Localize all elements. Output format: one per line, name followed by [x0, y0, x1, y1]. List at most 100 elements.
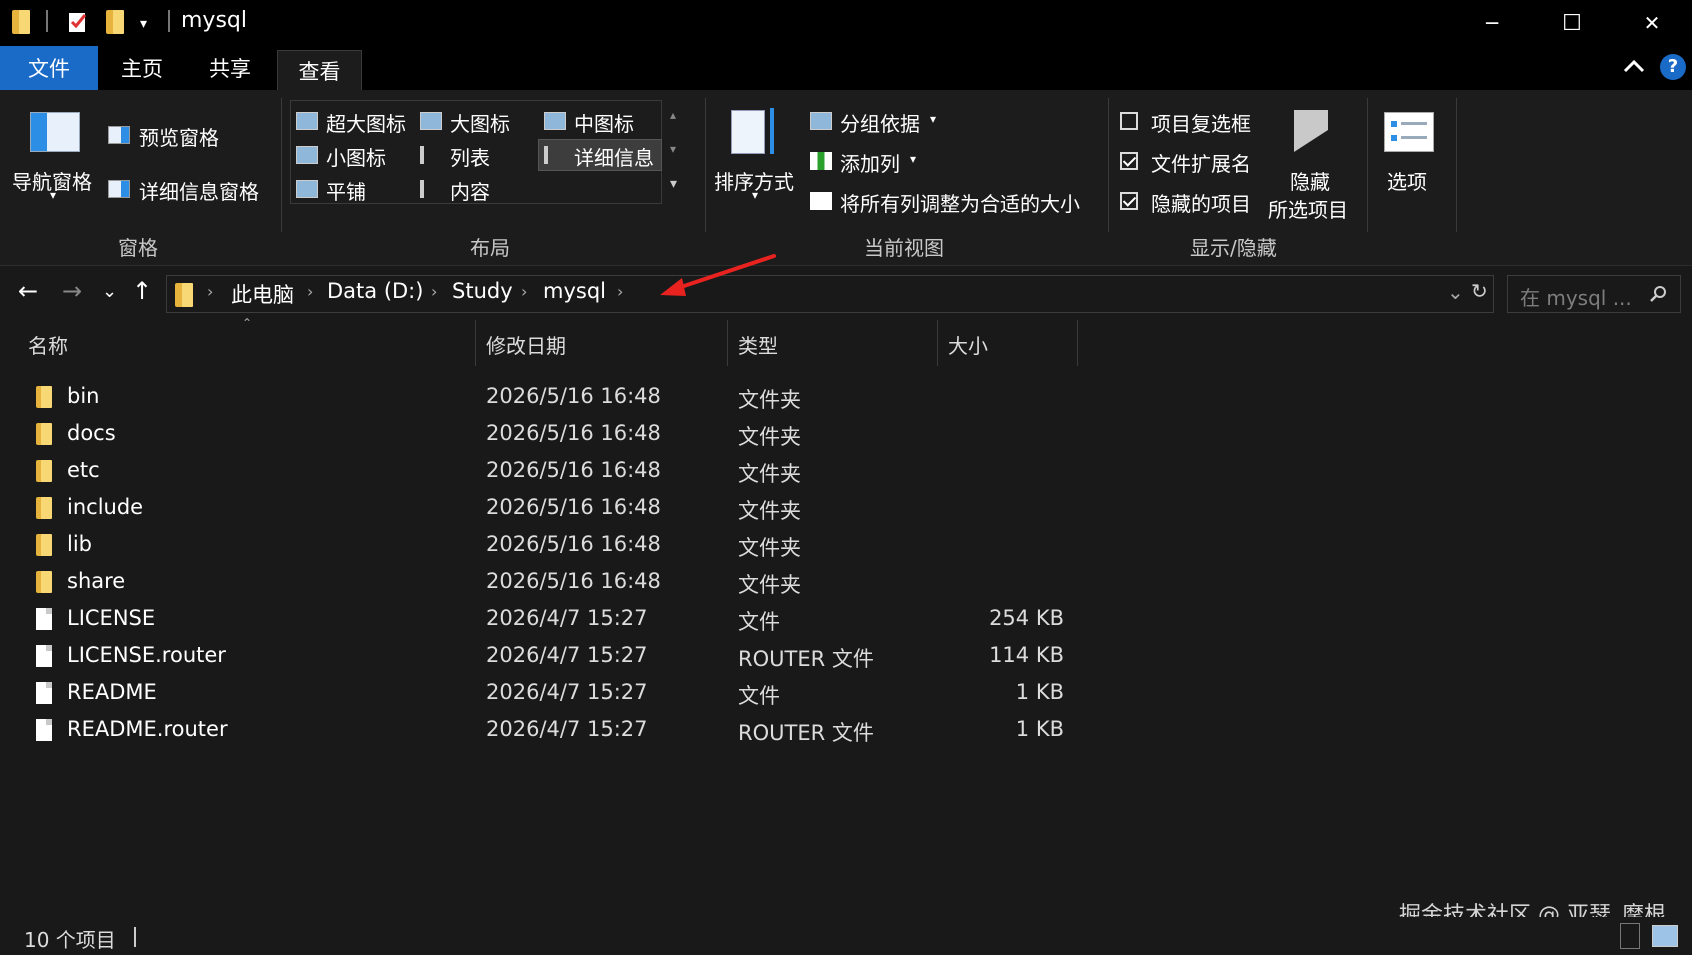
file-type: 文件夹 [738, 536, 801, 560]
file-date: 2026/4/7 15:27 [486, 717, 648, 741]
group-by-button[interactable]: 分组依据 [840, 108, 920, 137]
tab-view[interactable]: 查看 [277, 50, 362, 90]
file-name: bin [67, 384, 100, 408]
options-icon[interactable] [1384, 112, 1434, 152]
column-header-name[interactable]: 名称 [28, 330, 68, 359]
file-date: 2026/4/7 15:27 [486, 680, 648, 704]
size-all-columns-button[interactable]: 将所有列调整为合适的大小 [840, 188, 1080, 217]
column-separator[interactable] [1077, 320, 1078, 366]
preview-pane-button[interactable]: 预览窗格 [139, 122, 219, 151]
layout-tiles[interactable]: 平铺 [326, 176, 366, 205]
column-separator[interactable] [475, 320, 476, 366]
list-item[interactable]: include 2026/5/16 16:48 文件夹 [0, 490, 1692, 527]
scroll-down-icon[interactable]: ▾ [670, 142, 676, 156]
list-item[interactable]: share 2026/5/16 16:48 文件夹 [0, 564, 1692, 601]
file-size: 114 KB [989, 643, 1064, 667]
details-view-icon[interactable] [1620, 923, 1640, 949]
layout-large-icons[interactable]: 大图标 [450, 108, 510, 137]
file-type: 文件 [738, 610, 780, 634]
list-item[interactable]: README.router 2026/4/7 15:27 ROUTER 文件 1… [0, 712, 1692, 749]
file-name: LICENSE.router [67, 643, 226, 667]
breadcrumb-this-pc[interactable]: 此电脑 [231, 279, 294, 309]
breadcrumb-mysql[interactable]: mysql [543, 279, 606, 303]
separator [134, 927, 136, 947]
column-header-size[interactable]: 大小 [948, 330, 988, 359]
help-button[interactable]: ? [1660, 54, 1686, 80]
tab-home[interactable]: 主页 [110, 46, 174, 90]
sort-by-icon[interactable] [731, 110, 765, 154]
up-button[interactable]: ↑ [132, 277, 152, 305]
layout-small-icons[interactable]: 小图标 [326, 142, 386, 171]
chevron-right-icon: › [521, 282, 528, 301]
column-header-type[interactable]: 类型 [738, 330, 778, 359]
file-type: 文件夹 [738, 388, 801, 412]
file-extensions-checkbox[interactable] [1120, 152, 1138, 170]
minimize-button[interactable]: ─ [1452, 0, 1532, 46]
file-name: etc [67, 458, 100, 482]
chevron-down-icon: ▾ [752, 188, 759, 202]
file-type: 文件夹 [738, 573, 801, 597]
breadcrumb-study[interactable]: Study [452, 279, 513, 303]
extra-large-icons-icon [296, 112, 318, 130]
forward-button[interactable]: → [62, 277, 82, 305]
column-separator[interactable] [937, 320, 938, 366]
recent-locations-button[interactable]: ⌄ [102, 281, 117, 302]
file-name: README.router [67, 717, 228, 741]
address-history-dropdown-icon[interactable]: ⌄ [1447, 280, 1464, 304]
file-size: 1 KB [1015, 717, 1064, 741]
tiles-icon [296, 180, 318, 198]
folder-icon [36, 497, 52, 519]
list-item[interactable]: bin 2026/5/16 16:48 文件夹 [0, 379, 1692, 416]
details-icon [544, 146, 566, 164]
maximize-button[interactable]: ☐ [1532, 0, 1612, 46]
new-folder-icon[interactable] [106, 10, 124, 34]
list-item[interactable]: lib 2026/5/16 16:48 文件夹 [0, 527, 1692, 564]
file-date: 2026/5/16 16:48 [486, 458, 661, 482]
list-item[interactable]: docs 2026/5/16 16:48 文件夹 [0, 416, 1692, 453]
list-item[interactable]: LICENSE.router 2026/4/7 15:27 ROUTER 文件 … [0, 638, 1692, 675]
tab-file[interactable]: 文件 [0, 46, 98, 90]
hidden-items-label: 隐藏的项目 [1151, 192, 1251, 216]
group-by-icon [810, 112, 832, 130]
list-item[interactable]: README 2026/4/7 15:27 文件 1 KB [0, 675, 1692, 712]
scroll-up-icon[interactable]: ▴ [670, 108, 676, 122]
file-extensions-label: 文件扩展名 [1151, 152, 1251, 176]
layout-medium-icons[interactable]: 中图标 [574, 108, 634, 137]
folder-icon [36, 460, 52, 482]
refresh-icon[interactable]: ↻ [1471, 279, 1488, 303]
item-checkboxes-checkbox[interactable] [1120, 112, 1138, 130]
column-separator[interactable] [727, 320, 728, 366]
file-type: 文件夹 [738, 499, 801, 523]
layout-details[interactable]: 详细信息 [574, 142, 654, 171]
search-input[interactable]: 在 mysql ... [1520, 282, 1632, 311]
hide-selected-icon[interactable] [1292, 108, 1330, 158]
properties-icon[interactable] [66, 10, 90, 34]
expand-gallery-icon[interactable]: ▾ [670, 176, 677, 192]
file-date: 2026/4/7 15:27 [486, 606, 648, 630]
collapse-ribbon-icon[interactable] [1622, 56, 1646, 80]
tab-share[interactable]: 共享 [198, 46, 262, 90]
search-icon[interactable] [1648, 284, 1668, 308]
options-button[interactable]: 选项 [1387, 166, 1427, 195]
back-button[interactable]: ← [18, 277, 38, 305]
layout-extra-large-icons[interactable]: 超大图标 [326, 108, 406, 137]
hide-selected-button[interactable]: 隐藏 [1290, 166, 1330, 195]
hidden-items-checkbox[interactable] [1120, 192, 1138, 210]
list-item[interactable]: LICENSE 2026/4/7 15:27 文件 254 KB [0, 601, 1692, 638]
search-box[interactable]: 在 mysql ... [1507, 275, 1681, 313]
address-bar[interactable]: › 此电脑 › Data (D:) › Study › mysql › ⌄ ↻ [166, 275, 1494, 313]
folder-icon [175, 283, 193, 307]
list-item[interactable]: etc 2026/5/16 16:48 文件夹 [0, 453, 1692, 490]
navigation-pane-icon[interactable] [30, 112, 80, 152]
close-button[interactable]: ✕ [1612, 0, 1692, 46]
layout-list[interactable]: 列表 [450, 142, 490, 171]
file-size: 254 KB [989, 606, 1064, 630]
details-pane-button[interactable]: 详细信息窗格 [139, 176, 259, 205]
breadcrumb-drive[interactable]: Data (D:) [327, 279, 423, 303]
add-columns-button[interactable]: 添加列 [840, 148, 900, 177]
large-icons-view-icon[interactable] [1652, 925, 1678, 947]
layout-content[interactable]: 内容 [450, 176, 490, 205]
column-header-date[interactable]: 修改日期 [486, 330, 566, 359]
annotation-arrow [660, 254, 776, 296]
customize-dropdown-icon[interactable]: ▾ [140, 16, 147, 32]
